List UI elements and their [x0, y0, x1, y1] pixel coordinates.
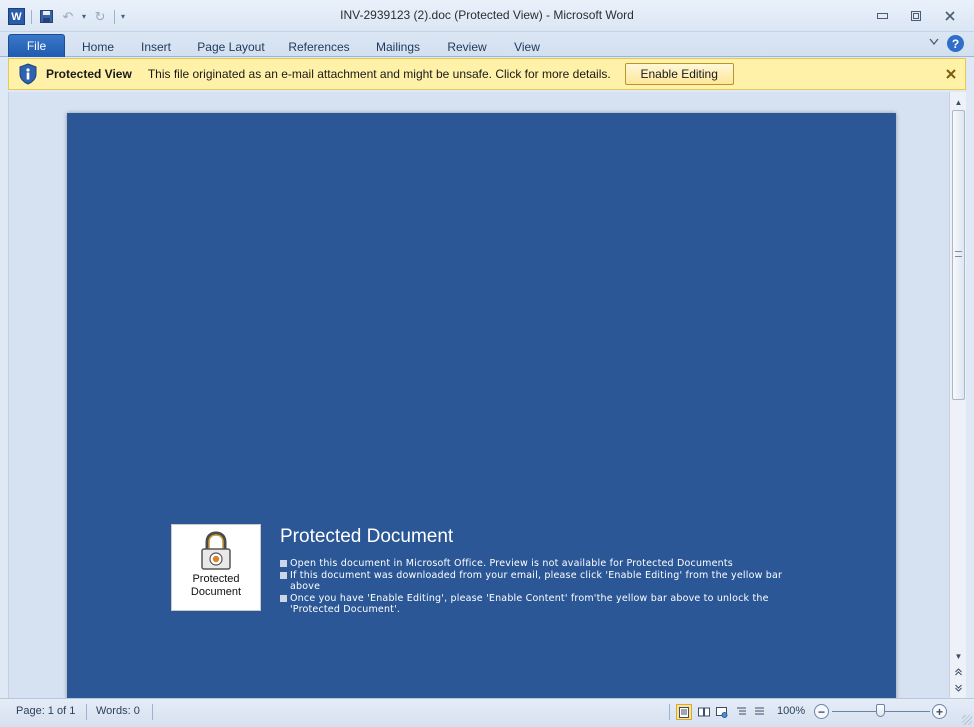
- zoom-in-button[interactable]: +: [932, 704, 947, 719]
- full-screen-reading-view-icon[interactable]: [696, 704, 712, 720]
- qat-separator: [114, 9, 116, 24]
- protected-view-bar[interactable]: Protected View This file originated as a…: [8, 58, 966, 90]
- next-page-icon[interactable]: [950, 680, 967, 696]
- window-controls: [868, 6, 964, 26]
- tab-mailings[interactable]: Mailings: [372, 36, 424, 57]
- tab-review[interactable]: Review: [445, 36, 489, 57]
- bullet-icon: [280, 560, 287, 567]
- instruction-list: Open this document in Microsoft Office. …: [280, 558, 800, 616]
- shield-info-icon: [18, 63, 38, 85]
- status-separator: [669, 704, 670, 720]
- ribbon-right-controls: ?: [929, 35, 964, 52]
- qat-separator: [31, 9, 32, 24]
- document-heading: Protected Document: [280, 526, 454, 547]
- window-title: INV-2939123 (2).doc (Protected View) - M…: [340, 8, 634, 22]
- web-layout-view-icon[interactable]: [714, 704, 730, 720]
- list-item: If this document was downloaded from you…: [280, 570, 800, 593]
- previous-page-icon[interactable]: [950, 664, 967, 680]
- quick-access-toolbar: W ↶ ▾ ↻ ▾: [8, 8, 125, 25]
- tab-file[interactable]: File: [8, 34, 65, 57]
- tab-home[interactable]: Home: [78, 36, 118, 57]
- resize-grip[interactable]: [962, 715, 972, 725]
- page-count[interactable]: Page: 1 of 1: [16, 705, 75, 717]
- scrollbar-grip: [955, 251, 962, 257]
- redo-icon[interactable]: ↻: [92, 9, 108, 25]
- document-area: Protected Document Protected Document Op…: [8, 92, 949, 698]
- document-page: Protected Document Protected Document Op…: [67, 113, 896, 698]
- tab-page-layout[interactable]: Page Layout: [195, 36, 267, 57]
- outline-view-icon[interactable]: [733, 704, 749, 720]
- list-item-text: Open this document in Microsoft Office. …: [290, 558, 733, 569]
- tile-label: Protected Document: [172, 573, 260, 599]
- padlock-icon: [201, 531, 231, 570]
- help-icon[interactable]: ?: [947, 35, 964, 52]
- word-app-icon[interactable]: W: [8, 8, 25, 25]
- print-layout-view-icon[interactable]: [676, 704, 692, 720]
- list-item: Once you have 'Enable Editing', please '…: [280, 593, 800, 616]
- title-bar: W ↶ ▾ ↻ ▾ INV-2939123 (2).doc (Protected…: [0, 0, 974, 32]
- protected-view-label: Protected View: [46, 67, 132, 81]
- enable-editing-button[interactable]: Enable Editing: [624, 63, 734, 85]
- tile-label-line1: Protected: [192, 573, 240, 585]
- save-icon[interactable]: [38, 9, 54, 25]
- protected-document-tile: Protected Document: [171, 524, 261, 611]
- tile-label-line2: Document: [190, 586, 242, 598]
- close-message-bar-icon[interactable]: [946, 66, 956, 82]
- zoom-out-button[interactable]: −: [814, 704, 829, 719]
- word-count[interactable]: Words: 0: [96, 705, 140, 717]
- vertical-scrollbar[interactable]: ▲ ▼: [949, 92, 966, 698]
- scroll-up-icon[interactable]: ▲: [950, 94, 967, 110]
- scroll-down-icon[interactable]: ▼: [950, 648, 967, 664]
- protected-view-message[interactable]: This file originated as an e-mail attach…: [148, 67, 611, 81]
- bullet-icon: [280, 571, 287, 579]
- ribbon-tabs: File Home Insert Page Layout References …: [0, 32, 974, 57]
- undo-dropdown-icon[interactable]: ▾: [82, 12, 86, 21]
- list-item: Open this document in Microsoft Office. …: [280, 558, 800, 570]
- scrollbar-thumb[interactable]: [952, 110, 965, 400]
- bullet-icon: [280, 594, 287, 602]
- undo-icon[interactable]: ↶: [60, 9, 76, 25]
- status-separator: [86, 704, 87, 720]
- status-separator: [152, 704, 153, 720]
- draft-view-icon[interactable]: [751, 704, 767, 720]
- minimize-ribbon-icon[interactable]: [929, 38, 939, 49]
- list-item-text: Once you have 'Enable Editing', please '…: [290, 592, 769, 616]
- zoom-slider-thumb[interactable]: [876, 704, 885, 717]
- zoom-level[interactable]: 100%: [777, 705, 805, 717]
- restore-button[interactable]: [902, 6, 930, 26]
- tab-references[interactable]: References: [286, 36, 352, 57]
- tab-view[interactable]: View: [510, 36, 544, 57]
- customize-qat-icon[interactable]: ▾: [121, 12, 125, 21]
- status-bar: Page: 1 of 1 Words: 0 100% − +: [0, 698, 974, 727]
- tab-insert[interactable]: Insert: [136, 36, 176, 57]
- list-item-text: If this document was downloaded from you…: [290, 569, 783, 593]
- minimize-button[interactable]: [868, 6, 896, 26]
- close-button[interactable]: [936, 6, 964, 26]
